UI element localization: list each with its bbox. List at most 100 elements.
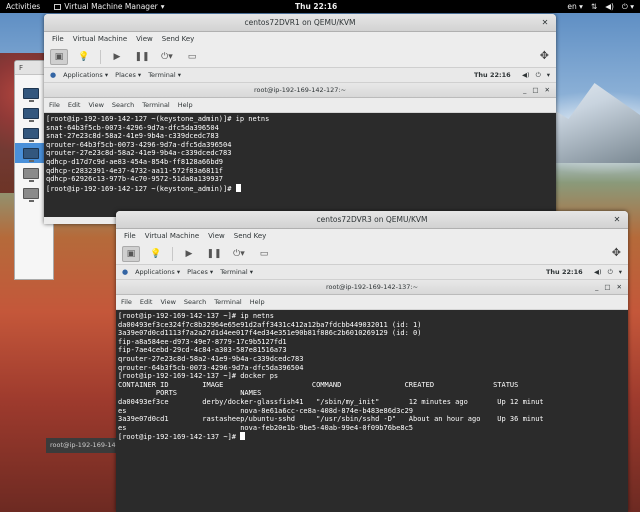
terminal-menu-view[interactable]: View: [160, 295, 175, 309]
snapshot-button[interactable]: ▭: [183, 49, 201, 65]
terminal-line: snat-64b3f5cb-0073-4296-9d7a-dfc5da39650…: [46, 123, 219, 132]
terminal-line: 3a39e07d0cd1 rastasheep/ubuntu-sshd "/us…: [118, 415, 544, 424]
terminal-prompt: [root@ip-192-169-142-127 ~(keystone_admi…: [46, 184, 236, 193]
menu-file[interactable]: File: [124, 229, 136, 243]
terminal-line: fip-7ae4cebd-29cd-4c84-a303-587e81516a73: [118, 346, 287, 355]
volume-icon[interactable]: ◀): [605, 0, 614, 13]
vm3-titlebar[interactable]: centos72DVR3 on QEMU/KVM ✕: [116, 211, 628, 229]
terminal-menu-help[interactable]: Help: [178, 98, 193, 112]
terminal-line: qdhcp-62926c13-977b-4c70-9572-51da8a1399…: [46, 175, 224, 184]
menu-virtual-machine[interactable]: Virtual Machine: [73, 32, 127, 46]
language-selector[interactable]: en ▾: [567, 0, 583, 13]
app-menu[interactable]: Virtual Machine Manager ▾: [54, 0, 165, 13]
menu-send-key[interactable]: Send Key: [234, 229, 267, 243]
terminal-line: es nova-8e61a6cc-ce8a-408d-874e-b483e86d…: [118, 406, 414, 415]
guest-terminal-menu[interactable]: Terminal ▾: [220, 265, 253, 280]
guest-volume-icon[interactable]: ◀): [594, 265, 602, 280]
terminal-menu-search[interactable]: Search: [184, 295, 206, 309]
terminal-prompt: [root@ip-192-169-142-137 ~]#: [118, 433, 241, 442]
minimize-icon[interactable]: _: [523, 83, 526, 98]
network-icon[interactable]: ⇅: [591, 0, 597, 13]
terminal-menu-terminal[interactable]: Terminal: [214, 295, 241, 309]
activities-button[interactable]: Activities: [6, 0, 40, 13]
vm1-guest-topbar: ● Applications ▾ Places ▾ Terminal ▾ Thu…: [44, 68, 556, 83]
shutdown-button[interactable]: ⏻▾: [230, 246, 248, 262]
maximize-icon[interactable]: □: [532, 83, 538, 98]
console-view-button[interactable]: ▣: [122, 245, 140, 262]
vm1-console-window: centos72DVR1 on QEMU/KVM ✕ File Virtual …: [44, 14, 556, 224]
terminal-prompt-line: [root@ip-192-169-142-137 ~]#: [118, 432, 626, 442]
menu-view[interactable]: View: [208, 229, 225, 243]
terminal-line: CONTAINER ID IMAGE COMMAND CREATED STATU…: [118, 380, 519, 389]
app-menu-label: Virtual Machine Manager: [64, 2, 158, 11]
terminal-menu-terminal[interactable]: Terminal: [142, 98, 169, 112]
chevron-down-icon[interactable]: ▾: [619, 265, 622, 280]
maximize-icon[interactable]: □: [604, 280, 610, 295]
guest-clock[interactable]: Thu 22:16: [474, 68, 511, 83]
places-label: Places: [187, 268, 208, 276]
terminal-line: 3a39e07d0cd1113f7a2a27d1d4ee017f4ed34e35…: [118, 329, 422, 338]
close-icon[interactable]: ✕: [545, 83, 550, 98]
power-icon[interactable]: ⏻ ▾: [622, 0, 634, 13]
terminal-menu-edit[interactable]: Edit: [140, 295, 153, 309]
run-button[interactable]: ▶: [180, 246, 198, 262]
menu-file[interactable]: File: [52, 32, 64, 46]
menu-virtual-machine[interactable]: Virtual Machine: [145, 229, 199, 243]
monitor-icon: [23, 147, 39, 162]
vm3-terminal-titlebar[interactable]: root@ip-192-169-142-137:~ _ □ ✕: [116, 280, 628, 295]
terminal-menu-file[interactable]: File: [121, 295, 132, 309]
snapshot-button[interactable]: ▭: [255, 246, 273, 262]
terminal-label: Terminal: [148, 71, 176, 79]
terminal-prompt-line: [root@ip-192-169-142-127 ~(keystone_admi…: [46, 183, 554, 194]
console-view-button[interactable]: ▣: [50, 48, 68, 65]
pause-button[interactable]: ❚❚: [205, 246, 223, 262]
vm3-terminal-output[interactable]: [root@ip-192-169-142-137 ~]# ip netns da0…: [116, 310, 628, 512]
chevron-down-icon: ▾: [160, 2, 165, 11]
terminal-menu-edit[interactable]: Edit: [68, 98, 81, 112]
pause-button[interactable]: ❚❚: [133, 49, 151, 65]
vm1-titlebar[interactable]: centos72DVR1 on QEMU/KVM ✕: [44, 14, 556, 32]
foot-icon: ●: [122, 268, 129, 276]
vm1-terminal-output[interactable]: [root@ip-192-169-142-127 ~(keystone_admi…: [44, 113, 556, 217]
foot-icon: ●: [50, 71, 57, 79]
text-cursor: [240, 432, 246, 441]
terminal-title: root@ip-192-169-142-137:~: [325, 283, 419, 291]
guest-applications-menu[interactable]: Applications ▾: [63, 68, 108, 83]
guest-places-menu[interactable]: Places ▾: [115, 68, 141, 83]
guest-terminal-menu[interactable]: Terminal ▾: [148, 68, 181, 83]
gnome-top-bar: Activities Virtual Machine Manager ▾ Thu…: [0, 0, 640, 13]
chevron-down-icon[interactable]: ▾: [547, 68, 550, 83]
menu-view[interactable]: View: [136, 32, 153, 46]
shutdown-button[interactable]: ⏻▾: [158, 49, 176, 65]
minimize-icon[interactable]: _: [595, 280, 598, 295]
terminal-line: da00493ef3ce derby/docker-glassfish41 "/…: [118, 397, 544, 406]
terminal-menu-help[interactable]: Help: [250, 295, 265, 309]
details-view-button[interactable]: 💡: [75, 49, 93, 65]
language-label: en: [567, 2, 577, 11]
guest-power-icon[interactable]: ⏻: [608, 265, 613, 280]
monitor-icon: [23, 127, 39, 142]
run-button[interactable]: ▶: [108, 49, 126, 65]
fullscreen-icon[interactable]: ✥: [612, 246, 621, 259]
terminal-line: PORTS NAMES: [118, 389, 262, 398]
close-icon[interactable]: ✕: [539, 17, 551, 29]
terminal-menu-view[interactable]: View: [88, 98, 103, 112]
terminal-menu-search[interactable]: Search: [112, 98, 134, 112]
guest-clock[interactable]: Thu 22:16: [546, 265, 583, 280]
guest-volume-icon[interactable]: ◀): [522, 68, 530, 83]
close-icon[interactable]: ✕: [611, 214, 623, 226]
clock[interactable]: Thu 22:16: [295, 0, 337, 13]
vm1-terminal-titlebar[interactable]: root@ip-192-169-142-127:~ _ □ ✕: [44, 83, 556, 98]
details-view-button[interactable]: 💡: [147, 246, 165, 262]
applications-label: Applications: [63, 71, 103, 79]
guest-applications-menu[interactable]: Applications ▾: [135, 265, 180, 280]
close-icon[interactable]: ✕: [617, 280, 622, 295]
guest-places-menu[interactable]: Places ▾: [187, 265, 213, 280]
background-terminal-title[interactable]: root@ip-192-169-142-: [46, 438, 120, 453]
terminal-menu-file[interactable]: File: [49, 98, 60, 112]
menu-send-key[interactable]: Send Key: [162, 32, 195, 46]
fullscreen-icon[interactable]: ✥: [540, 49, 549, 62]
applications-label: Applications: [135, 268, 175, 276]
guest-power-icon[interactable]: ⏻: [536, 68, 541, 83]
terminal-line: qrouter-64b3f5cb-0073-4296-9d7a-dfc5da39…: [46, 140, 232, 149]
